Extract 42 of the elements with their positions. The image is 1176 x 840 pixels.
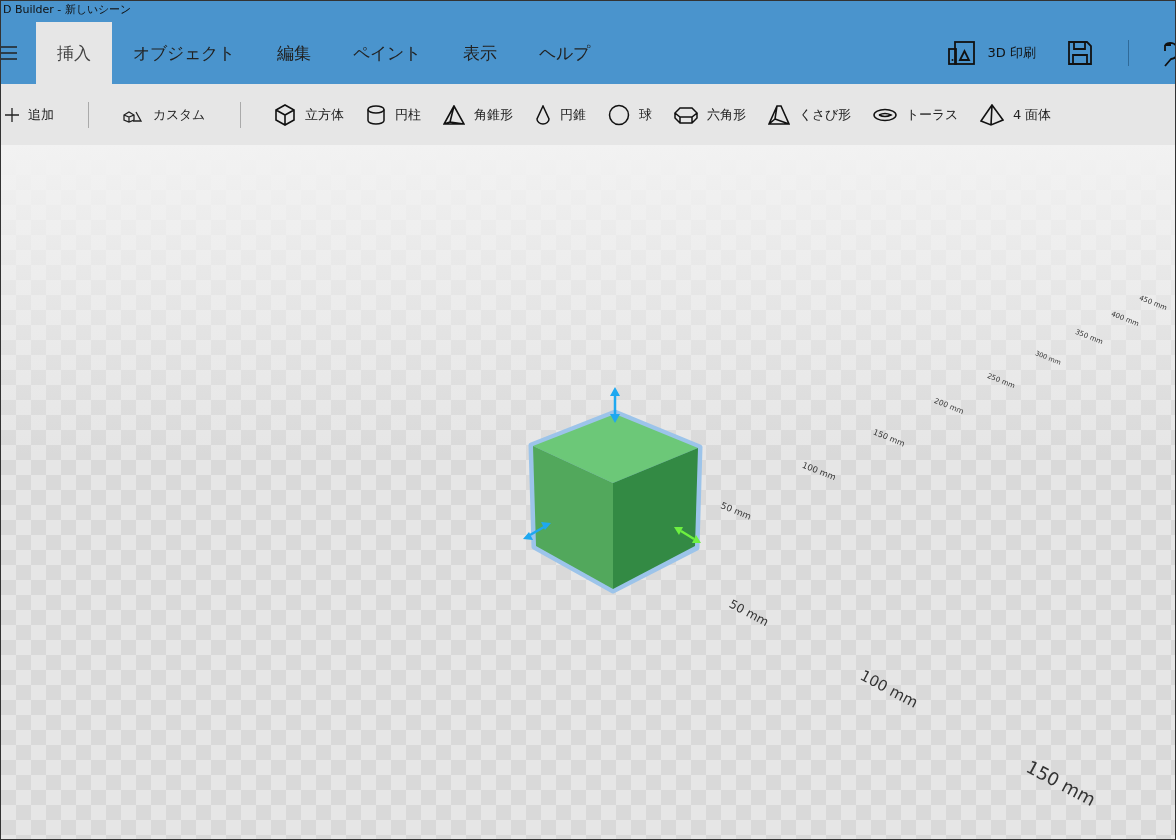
menu-icon[interactable] — [1, 46, 17, 60]
print-button[interactable]: 3D 印刷 — [941, 40, 1042, 66]
add-button[interactable]: 追加 — [1, 94, 88, 135]
scale-label: 150 mm — [1022, 756, 1100, 810]
print-3d-icon — [947, 40, 976, 66]
cylinder-icon — [366, 104, 386, 125]
tab[interactable]: ヘルプ — [518, 22, 611, 84]
cube-drawing[interactable] — [528, 409, 703, 594]
shape-button[interactable]: 球 — [597, 94, 663, 135]
cone-icon — [535, 104, 551, 125]
scale-label: 100 mm — [857, 666, 921, 712]
cube-icon — [274, 103, 296, 126]
scale-label: 150 mm — [871, 427, 907, 449]
tab[interactable]: 表示 — [442, 22, 518, 84]
pyramid-icon — [443, 104, 465, 125]
custom-button[interactable]: カスタム — [111, 94, 216, 135]
shape-button[interactable]: 六角形 — [663, 94, 757, 135]
plus-icon — [5, 107, 19, 122]
tab[interactable]: オブジェクト — [112, 22, 256, 84]
shape-button[interactable]: 円錐 — [524, 94, 597, 135]
scale-label: 100 mm — [800, 459, 838, 483]
shape-button[interactable]: 角錐形 — [432, 94, 524, 135]
double-arrow-icon[interactable] — [674, 527, 701, 543]
wedge-icon — [768, 104, 790, 125]
torus-icon — [873, 107, 897, 122]
sphere-icon — [608, 103, 630, 126]
hexagonal-prism-icon — [674, 105, 698, 124]
scale-label: 50 mm — [719, 500, 753, 522]
shape-button[interactable]: 立方体 — [263, 94, 355, 135]
save-icon[interactable] — [1068, 41, 1092, 65]
double-arrow-icon[interactable] — [523, 522, 551, 540]
shape-button[interactable]: 円柱 — [355, 94, 432, 135]
tetrahedron-icon — [980, 103, 1004, 126]
shape-button[interactable]: トーラス — [862, 94, 969, 135]
scale-label: 50 mm — [726, 596, 772, 630]
tab[interactable]: 挿入 — [36, 22, 112, 84]
shape-button[interactable]: くさび形 — [757, 94, 862, 135]
window-title: D Builder - 新しいシーン — [2, 2, 132, 18]
shape-button[interactable]: 4 面体 — [969, 94, 1063, 135]
tab[interactable]: 編集 — [256, 22, 332, 84]
tab[interactable]: ペイント — [332, 22, 442, 84]
double-arrow-icon[interactable] — [610, 387, 620, 423]
